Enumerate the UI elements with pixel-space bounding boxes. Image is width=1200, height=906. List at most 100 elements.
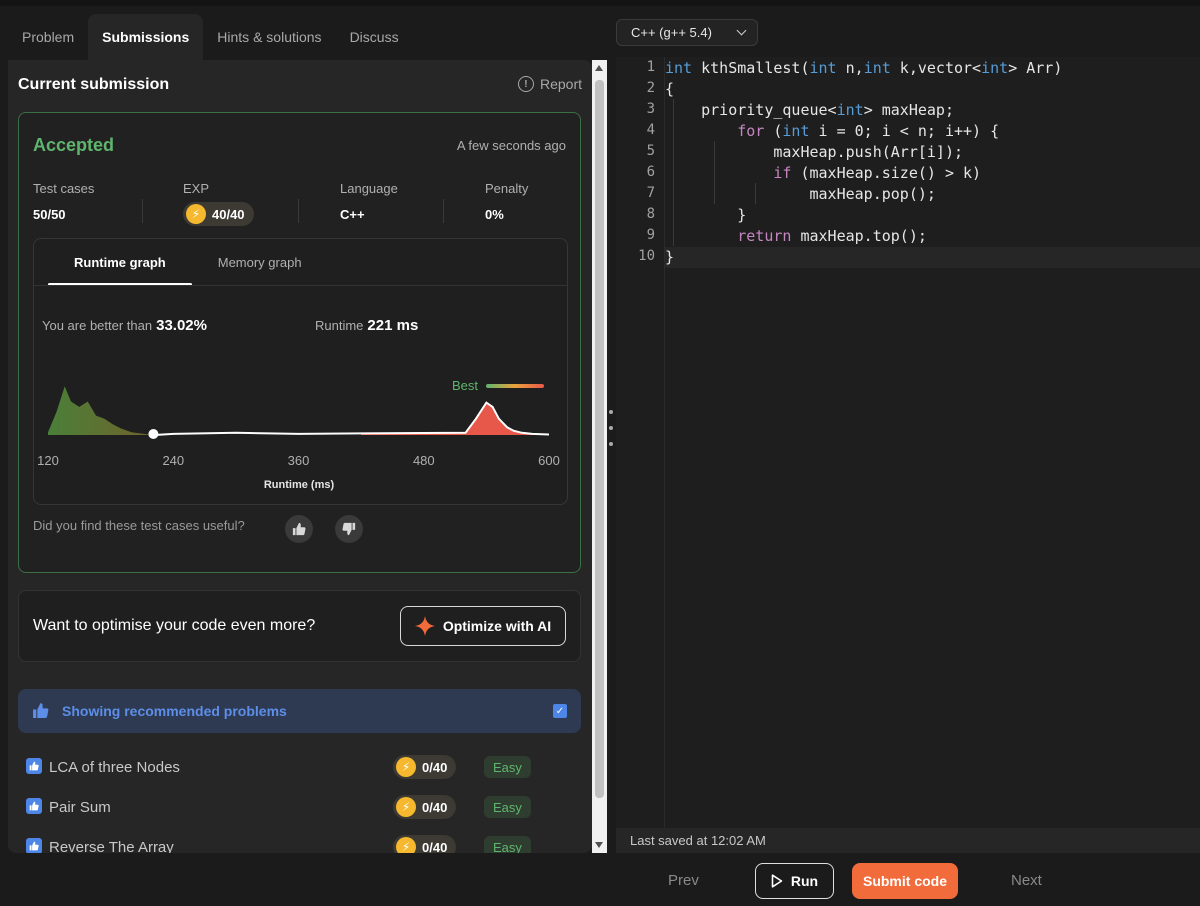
code-keyword: if (773, 164, 792, 182)
optimize-prompt: Want to optimise your code even more? (33, 617, 316, 634)
code-line[interactable]: if (maxHeap.size() > k) (665, 163, 1200, 184)
tab-discuss[interactable]: Discuss (336, 14, 413, 60)
language-value: C++ (340, 207, 365, 222)
tab-submissions[interactable]: Submissions (88, 14, 204, 60)
code-token: ( (764, 122, 783, 140)
code-keyword: for (737, 122, 765, 140)
code-line[interactable]: for (int i = 0; i < n; i++) { (665, 121, 1200, 142)
ai-sparkle-icon (414, 616, 435, 636)
scroll-down-arrow-icon[interactable] (595, 842, 603, 848)
code-line[interactable]: { (665, 79, 1200, 100)
info-icon: ! (517, 76, 534, 92)
line-number: 8 (646, 206, 655, 222)
test-cases-value: 50/50 (33, 207, 66, 222)
code-keyword: int (836, 101, 864, 119)
thumbs-up-icon (26, 838, 42, 853)
scroll-thumb[interactable] (595, 80, 604, 798)
code-keyword: int (863, 59, 891, 77)
submission-panel: Current submission ! Report Accepted A f… (8, 60, 592, 853)
thumbs-up-icon (26, 758, 42, 774)
pane-resize-handle[interactable] (608, 410, 614, 446)
problem-exp-badge: ⚡ 0/40 (393, 755, 457, 779)
lightning-icon: ⚡ (396, 797, 416, 817)
problem-name[interactable]: Pair Sum (49, 799, 111, 816)
current-submission-title: Current submission (18, 76, 170, 93)
code-token: > Arr) (1008, 59, 1063, 77)
code-keyword: int (809, 59, 837, 77)
feedback-question: Did you find these test cases useful? (33, 518, 245, 533)
language-select-value: C++ (g++ 5.4) (631, 25, 712, 40)
problem-name[interactable]: Reverse The Array (49, 839, 174, 853)
top-strip (0, 0, 1200, 6)
line-number: 5 (646, 143, 655, 159)
left-panel-scrollbar[interactable] (592, 60, 607, 853)
prev-button[interactable]: Prev (668, 872, 699, 889)
report-button[interactable]: ! Report (517, 76, 582, 92)
next-button[interactable]: Next (1011, 872, 1042, 889)
scroll-up-arrow-icon[interactable] (595, 65, 603, 71)
code-token: maxHeap.top(); (791, 227, 927, 245)
thumbs-up-button[interactable] (285, 515, 313, 543)
optimize-card: Want to optimise your code even more? Op… (18, 590, 581, 662)
thumbs-up-icon (33, 703, 49, 718)
run-button-label: Run (790, 873, 819, 889)
language-label: Language (340, 181, 398, 196)
drag-dot-icon (609, 426, 613, 430)
code-token: k,vector< (890, 59, 982, 77)
tab-hints-solutions[interactable]: Hints & solutions (203, 14, 335, 60)
code-line[interactable]: } (665, 205, 1200, 226)
recommended-checkbox[interactable]: ✓ (553, 704, 567, 718)
problem-name[interactable]: LCA of three Nodes (49, 759, 180, 776)
submission-stats: Test cases 50/50 EXP ⚡ 40/40 Language C+… (33, 181, 568, 233)
code-area[interactable]: int kthSmallest(int n,int k,vector<int> … (665, 57, 1200, 828)
recommended-label: Showing recommended problems (62, 703, 287, 719)
recommended-toggle-bar[interactable]: Showing recommended problems ✓ (18, 689, 581, 733)
code-line[interactable]: maxHeap.pop(); (665, 184, 1200, 205)
submission-time: A few seconds ago (456, 138, 566, 153)
code-token: maxHeap.push(Arr[i]); (665, 143, 964, 161)
tab-problem[interactable]: Problem (8, 14, 88, 60)
code-token: } (665, 248, 675, 266)
exp-badge: ⚡ 40/40 (183, 202, 254, 226)
code-token: priority_queue< (665, 101, 837, 119)
code-token: (maxHeap.size() > k) (791, 164, 982, 182)
stat-divider (298, 199, 299, 223)
thumbs-down-button[interactable] (335, 515, 363, 543)
code-line[interactable]: return maxHeap.top(); (665, 226, 1200, 247)
optimize-with-ai-button[interactable]: Optimize with AI (400, 606, 566, 646)
code-editor[interactable]: 1 2 3 4 5 6 7 8 9 10 int kthSmallest(int… (616, 57, 1200, 828)
language-select[interactable]: C++ (g++ 5.4) (616, 19, 758, 46)
thumbs-up-icon (292, 522, 306, 536)
problem-exp: 0/40 (422, 759, 448, 775)
test-cases-label: Test cases (33, 181, 95, 196)
recommended-problem-row[interactable]: Reverse The Array ⚡ 0/40 Easy (18, 833, 581, 853)
line-number: 1 (646, 59, 655, 75)
tab-runtime-graph[interactable]: Runtime graph (48, 239, 192, 286)
editor-status-bar: Last saved at 12:02 AM (616, 828, 1200, 853)
recommended-problem-row[interactable]: Pair Sum ⚡ 0/40 Easy (18, 793, 581, 823)
run-button[interactable]: Run (755, 863, 834, 899)
code-line[interactable]: priority_queue<int> maxHeap; (665, 100, 1200, 121)
tab-memory-graph[interactable]: Memory graph (192, 239, 328, 285)
graph-tabs: Runtime graph Memory graph (48, 239, 328, 286)
code-keyword: int (665, 59, 693, 77)
stat-language: Language C++ (340, 181, 398, 222)
recommended-problem-row[interactable]: LCA of three Nodes ⚡ 0/40 Easy (18, 753, 581, 783)
code-line[interactable]: } (665, 247, 1200, 268)
percentile-value: 33.02% (156, 317, 207, 334)
problem-exp-badge: ⚡ 0/40 (393, 795, 457, 819)
action-bar: Prev Run Submit code Next (616, 853, 1200, 906)
code-line[interactable]: maxHeap.push(Arr[i]); (665, 142, 1200, 163)
submit-code-button[interactable]: Submit code (852, 863, 958, 899)
runtime-value: 221 ms (367, 317, 419, 334)
optimize-button-label: Optimize with AI (442, 618, 552, 634)
code-keyword: int (981, 59, 1009, 77)
thumbs-up-icon (26, 798, 42, 814)
x-tick-label: 360 (288, 453, 310, 468)
code-line[interactable]: int kthSmallest(int n,int k,vector<int> … (665, 58, 1200, 79)
submission-status: Accepted (33, 135, 115, 155)
x-tick-label: 240 (162, 453, 184, 468)
runtime-distribution-chart: 120 240 360 480 600 Runtime (ms) (37, 386, 560, 491)
